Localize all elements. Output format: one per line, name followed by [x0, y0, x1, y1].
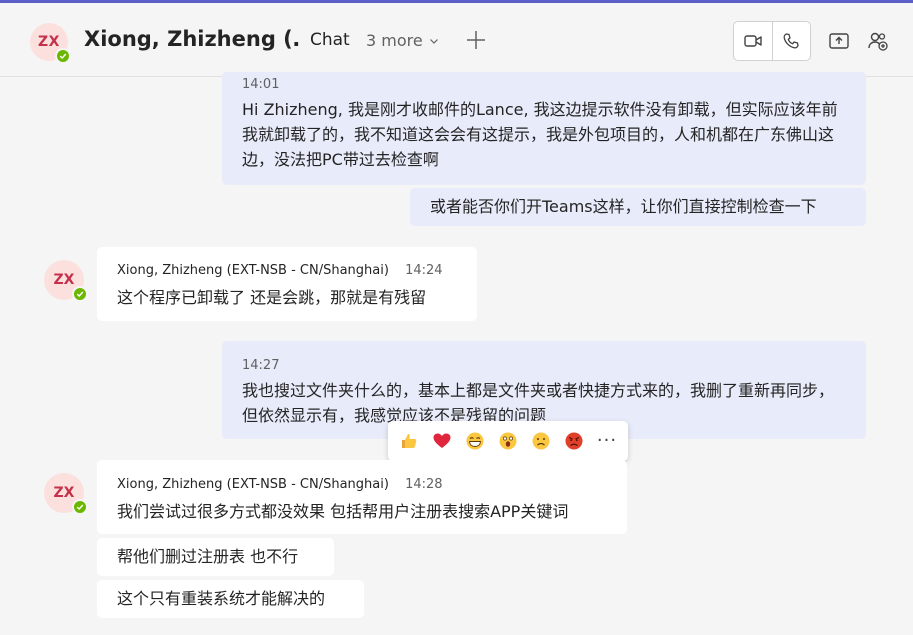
message-timestamp: 14:28	[405, 477, 443, 492]
audio-call-button[interactable]	[771, 22, 811, 60]
tab-more-dropdown[interactable]: 3 more	[366, 31, 439, 50]
sender-name: Xiong, Zhizheng (EXT-NSB - CN/Shanghai)	[117, 477, 389, 492]
avatar-initials: ZX	[53, 485, 75, 501]
message-text: 这个程序已卸载了 还是会跳，那就是有残留	[117, 288, 427, 307]
chevron-down-icon	[429, 38, 438, 44]
share-screen-button[interactable]	[827, 29, 851, 53]
phone-icon	[783, 33, 799, 49]
add-people-button[interactable]	[866, 29, 890, 53]
message-timestamp: 14:01	[242, 77, 280, 92]
add-tab-icon[interactable]	[464, 28, 488, 52]
received-message[interactable]: 这个只有重装系统才能解决的	[97, 580, 364, 618]
sender-avatar[interactable]: ZX	[44, 473, 88, 515]
message-text: 我们尝试过很多方式都没效果 包括帮用户注册表搜索APP关键词	[117, 502, 569, 521]
presence-available-icon	[72, 499, 88, 515]
message-text: 这个只有重装系统才能解决的	[117, 589, 326, 608]
heart-icon[interactable]	[431, 430, 453, 452]
laugh-icon[interactable]	[464, 430, 486, 452]
tab-more-label: 3 more	[366, 31, 423, 50]
more-options-icon[interactable]: ···	[596, 430, 618, 452]
reaction-bar: ···	[388, 421, 628, 461]
call-button-group	[733, 21, 811, 61]
sender-name: Xiong, Zhizheng (EXT-NSB - CN/Shanghai)	[117, 263, 389, 278]
avatar-initials: ZX	[38, 34, 60, 50]
video-camera-icon	[744, 35, 762, 47]
message-timestamp: 14:27	[242, 358, 280, 373]
message-text: Hi Zhizheng, 我是刚才收邮件的Lance, 我这边提示软件没有卸载，…	[242, 100, 838, 169]
add-people-icon	[868, 32, 888, 51]
received-message[interactable]: Xiong, Zhizheng (EXT-NSB - CN/Shanghai) …	[97, 247, 477, 321]
chat-header: ZX Xiong, Zhizheng (… Chat 3 more	[0, 3, 913, 77]
contact-avatar[interactable]: ZX	[30, 23, 71, 64]
presence-available-icon	[72, 286, 88, 302]
sad-icon[interactable]	[530, 430, 552, 452]
sender-avatar[interactable]: ZX	[44, 260, 88, 302]
contact-name[interactable]: Xiong, Zhizheng (…	[84, 27, 299, 51]
my-message[interactable]: 14:01 Hi Zhizheng, 我是刚才收邮件的Lance, 我这边提示软…	[222, 72, 866, 185]
message-timestamp: 14:24	[405, 263, 443, 278]
avatar-initials: ZX	[53, 272, 75, 288]
presence-available-icon	[55, 48, 71, 64]
received-message[interactable]: Xiong, Zhizheng (EXT-NSB - CN/Shanghai) …	[97, 460, 627, 534]
video-call-button[interactable]	[734, 22, 772, 60]
angry-icon[interactable]	[563, 430, 585, 452]
share-screen-icon	[829, 33, 849, 49]
thumbs-up-icon[interactable]	[398, 430, 420, 452]
received-message[interactable]: 帮他们删过注册表 也不行	[97, 538, 334, 576]
surprised-icon[interactable]	[497, 430, 519, 452]
tab-chat[interactable]: Chat	[310, 30, 350, 50]
my-message[interactable]: 或者能否你们开Teams这样，让你们直接控制检查一下	[410, 188, 866, 226]
message-text: 帮他们删过注册表 也不行	[117, 547, 299, 566]
message-text: 或者能否你们开Teams这样，让你们直接控制检查一下	[430, 197, 817, 216]
